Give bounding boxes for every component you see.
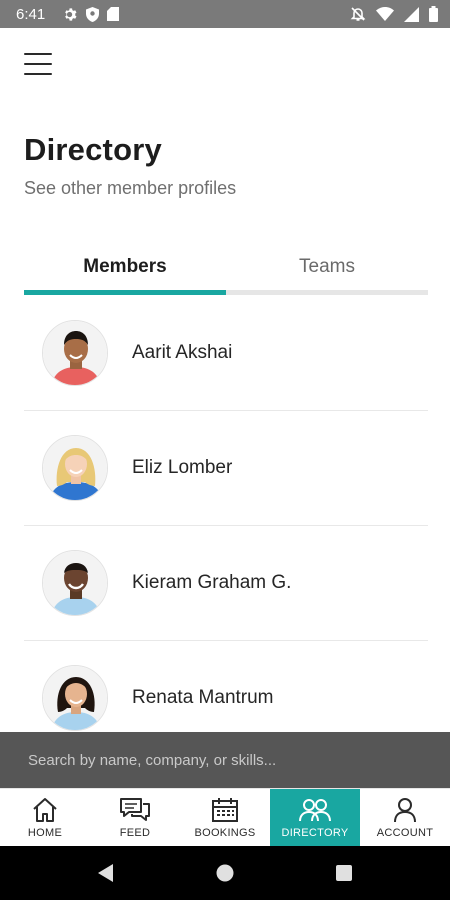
wifi-icon	[376, 7, 394, 21]
battery-icon	[429, 6, 438, 22]
status-left: 6:41	[16, 5, 120, 23]
people-icon	[298, 797, 332, 823]
member-row[interactable]: Eliz Lomber	[24, 411, 428, 526]
settings-gear-icon	[63, 7, 78, 22]
status-time: 6:41	[16, 5, 46, 23]
back-icon[interactable]	[97, 863, 115, 883]
avatar	[42, 435, 108, 501]
status-bar: 6:41	[0, 0, 450, 28]
avatar	[42, 550, 108, 616]
member-name: Renata Mantrum	[132, 687, 274, 708]
nav-label: HOME	[27, 827, 63, 839]
member-name: Eliz Lomber	[132, 457, 233, 478]
member-name: Kieram Graham G.	[132, 572, 292, 593]
signal-icon	[404, 6, 419, 22]
calendar-icon	[211, 797, 239, 823]
search-bar	[0, 732, 450, 788]
nav-home[interactable]: HOME	[0, 789, 90, 846]
home-circle-icon[interactable]	[215, 863, 235, 883]
member-name: Aarit Akshai	[132, 342, 233, 363]
nav-label: BOOKINGS	[194, 827, 256, 839]
home-icon	[31, 797, 59, 823]
nav-label: ACCOUNT	[376, 827, 434, 839]
shield-icon	[86, 6, 100, 22]
avatar	[42, 320, 108, 386]
nav-label: DIRECTORY	[281, 827, 349, 839]
menu-line	[24, 63, 52, 65]
member-row[interactable]: Aarit Akshai	[24, 296, 428, 411]
nav-directory[interactable]: DIRECTORY	[270, 789, 360, 846]
recents-square-icon[interactable]	[335, 864, 353, 882]
nav-feed[interactable]: FEED	[90, 789, 180, 846]
page-title: Directory	[24, 132, 162, 167]
menu-line	[24, 53, 52, 55]
status-right	[350, 6, 438, 22]
nav-bookings[interactable]: BOOKINGS	[180, 789, 270, 846]
chat-icon	[119, 797, 151, 823]
menu-line	[24, 73, 52, 75]
avatar	[42, 665, 108, 731]
member-list: Aarit Akshai Eliz Lomber Kieram Graham G…	[24, 296, 428, 732]
notifications-off-icon	[350, 6, 366, 22]
nav-label: FEED	[119, 827, 151, 839]
tab-underline-track	[24, 290, 428, 295]
member-row[interactable]: Renata Mantrum	[24, 641, 428, 732]
member-row[interactable]: Kieram Graham G.	[24, 526, 428, 641]
system-nav-bar	[0, 846, 450, 900]
nav-account[interactable]: ACCOUNT	[360, 789, 450, 846]
person-icon	[393, 797, 417, 823]
search-input[interactable]	[28, 751, 428, 769]
page-subtitle: See other member profiles	[24, 178, 237, 198]
hamburger-menu-icon[interactable]	[22, 50, 54, 78]
bottom-nav: HOME FEED BOOKINGS DIRECTORY ACCOUNT	[0, 788, 450, 846]
tab-active-indicator	[24, 290, 226, 295]
sd-card-icon	[107, 7, 120, 21]
